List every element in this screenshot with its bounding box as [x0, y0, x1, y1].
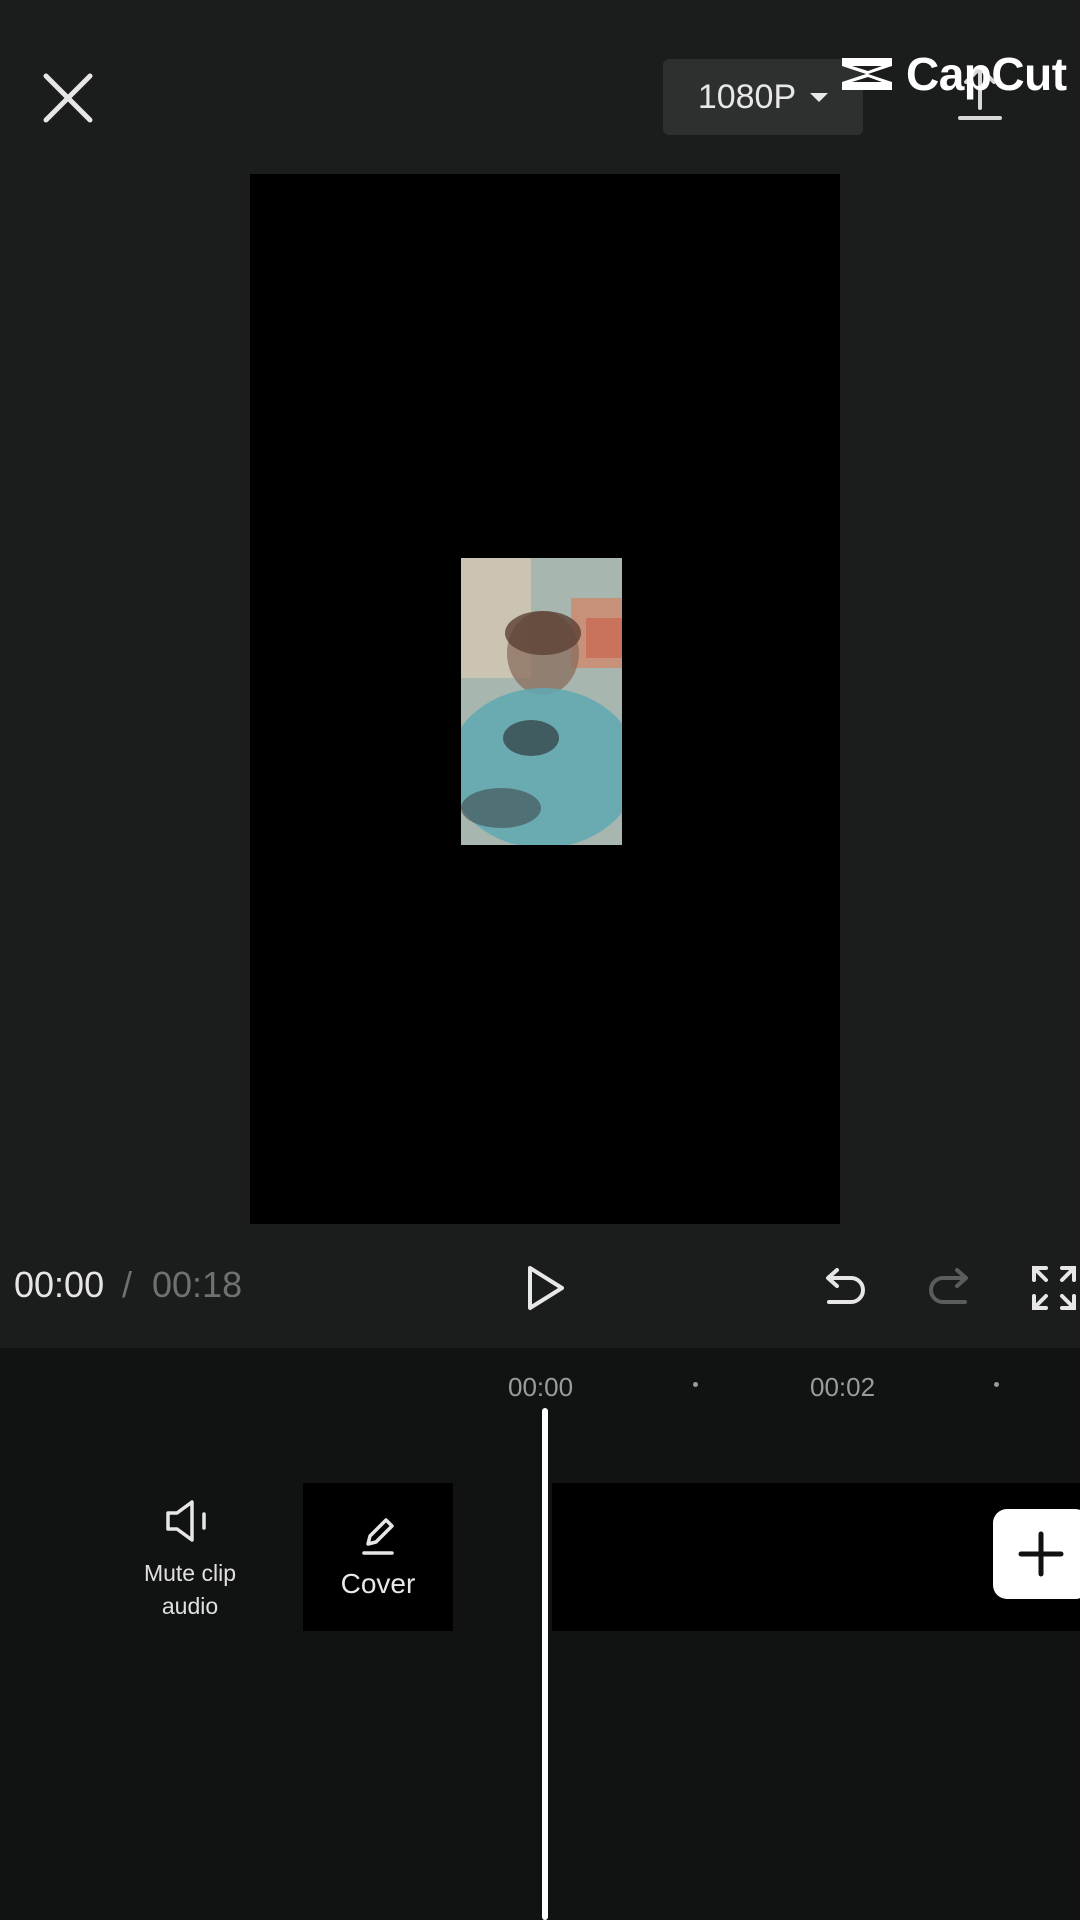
cover-button[interactable]: Cover [303, 1483, 453, 1631]
close-button[interactable] [30, 60, 106, 136]
resolution-value: 1080P [697, 77, 797, 116]
plus-icon [1018, 1531, 1064, 1577]
ruler-label: 00:02 [810, 1372, 876, 1402]
video-clip-frame[interactable] [461, 558, 622, 845]
playhead[interactable] [542, 1408, 548, 1920]
current-time: 00:00 [14, 1264, 105, 1305]
add-clip-button[interactable] [993, 1509, 1080, 1599]
capcut-watermark: CapCut [838, 44, 1067, 104]
cover-label: Cover [340, 1568, 416, 1599]
total-time: 00:18 [152, 1264, 243, 1305]
play-icon [528, 1266, 564, 1310]
speaker-icon [166, 1500, 206, 1542]
video-frame-image [461, 558, 622, 845]
mute-clip-audio-button[interactable]: Mute clip audio [120, 1498, 260, 1623]
fullscreen-button[interactable] [1022, 1256, 1080, 1320]
timeline-panel[interactable]: 00:00 00:02 Mute clip audio Cover [0, 1348, 1080, 1920]
resolution-selector[interactable]: 1080P [663, 59, 863, 135]
editor-screen: 1080P CapCut 00:00 / 00:18 00:00 00:02 M… [0, 0, 1080, 1920]
fullscreen-icon [1032, 1266, 1076, 1310]
undo-icon [826, 1268, 865, 1304]
ruler-tick [693, 1382, 698, 1387]
caret-down-icon [810, 92, 829, 102]
play-button[interactable] [514, 1256, 578, 1320]
redo-icon [929, 1268, 968, 1304]
ruler-tick [994, 1382, 999, 1387]
close-icon [43, 73, 93, 123]
mute-clip-audio-label: Mute clip audio [143, 1560, 237, 1619]
pencil-icon [362, 1518, 394, 1555]
time-separator: / [122, 1264, 133, 1305]
capcut-logo-icon [842, 58, 892, 90]
playback-controls: 00:00 / 00:18 [0, 1240, 1080, 1336]
watermark-brand-text: CapCut [906, 48, 1067, 100]
ruler-label: 00:00 [508, 1372, 574, 1402]
undo-button[interactable] [812, 1256, 876, 1320]
redo-button[interactable] [918, 1256, 982, 1320]
